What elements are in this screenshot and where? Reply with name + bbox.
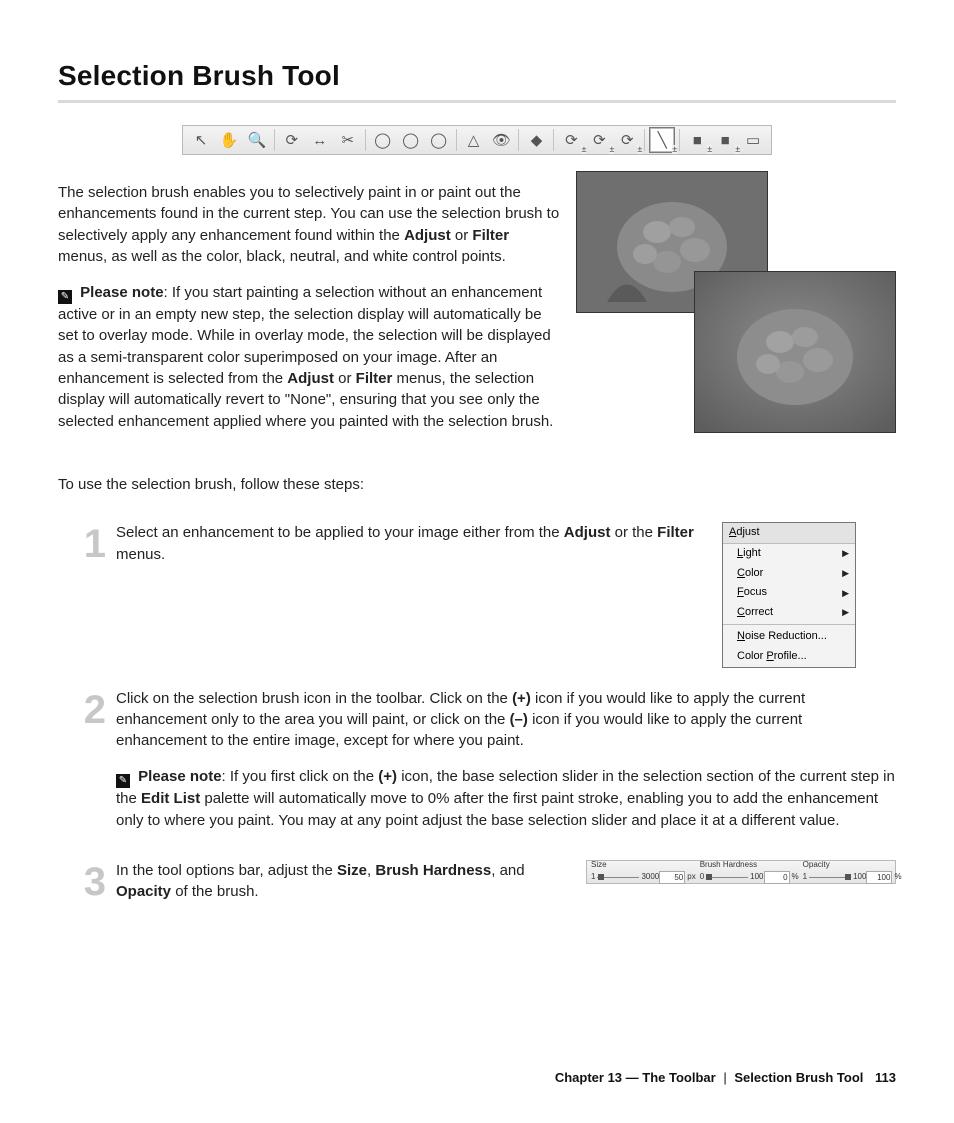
step-number: 3 bbox=[58, 860, 116, 903]
toolbar-separator bbox=[274, 129, 275, 151]
example-images bbox=[576, 171, 896, 451]
size-option[interactable]: Size 1 3000 50 px bbox=[591, 861, 696, 884]
toolbar-separator bbox=[553, 129, 554, 151]
step-1: 1 Adjust Light▶Color▶Focus▶Correct▶ Nois… bbox=[58, 522, 896, 673]
title-rule bbox=[58, 100, 896, 103]
intro-lead: To use the selection brush, follow these… bbox=[58, 474, 896, 495]
opacity-option[interactable]: Opacity 1 100 100 % bbox=[803, 861, 902, 884]
toolbar-button[interactable]: ⟳± bbox=[614, 127, 640, 153]
adjust-menu-item[interactable]: Noise Reduction... bbox=[723, 627, 855, 647]
page-title: Selection Brush Tool bbox=[58, 60, 896, 92]
adjust-menu-item[interactable]: Light▶ bbox=[723, 544, 855, 564]
toolbar-separator bbox=[456, 129, 457, 151]
toolbar-button[interactable]: ◯ bbox=[370, 127, 396, 153]
hardness-option[interactable]: Brush Hardness 0 100 0 % bbox=[700, 861, 799, 884]
submenu-arrow-icon: ▶ bbox=[842, 547, 849, 560]
adjust-menu-item[interactable]: Correct▶ bbox=[723, 603, 855, 623]
toolbar-separator bbox=[679, 129, 680, 151]
toolbar-button[interactable]: ⟳± bbox=[586, 127, 612, 153]
intro-block: The selection brush enables you to selec… bbox=[58, 167, 896, 510]
step-3: 3 Size 1 3000 50 px bbox=[58, 860, 896, 903]
toolbar-button[interactable]: ⟳± bbox=[558, 127, 584, 153]
submenu-arrow-icon: ▶ bbox=[842, 606, 849, 619]
toolbar-button[interactable]: ✋ bbox=[216, 127, 242, 153]
steps: 1 Adjust Light▶Color▶Focus▶Correct▶ Nois… bbox=[58, 522, 896, 902]
page-footer: Chapter 13 — The Toolbar | Selection Bru… bbox=[555, 1070, 896, 1085]
adjust-menu-item[interactable]: Focus▶ bbox=[723, 583, 855, 603]
toolbar-button[interactable]: 👁 bbox=[489, 127, 515, 153]
toolbar-button[interactable]: ■± bbox=[684, 127, 710, 153]
tool-options-bar[interactable]: Size 1 3000 50 px Brush Hardness bbox=[586, 860, 896, 884]
toolbar-button[interactable]: ■± bbox=[712, 127, 738, 153]
toolbar-button[interactable]: ◆ bbox=[523, 127, 549, 153]
adjust-menu[interactable]: Adjust Light▶Color▶Focus▶Correct▶ Noise … bbox=[722, 522, 856, 667]
submenu-arrow-icon: ▶ bbox=[842, 587, 849, 600]
step-2: 2 Click on the selection brush icon in t… bbox=[58, 688, 896, 846]
toolbar-button[interactable]: ╲± bbox=[649, 127, 675, 153]
adjust-menu-item[interactable]: Color▶ bbox=[723, 564, 855, 584]
toolbar-separator bbox=[518, 129, 519, 151]
toolbar-button[interactable]: ⟳ bbox=[279, 127, 305, 153]
adjust-menu-item[interactable]: Color Profile... bbox=[723, 647, 855, 667]
example-photo-blur bbox=[694, 271, 896, 433]
note-icon: ✎ bbox=[58, 290, 72, 304]
toolbar-button[interactable]: △ bbox=[461, 127, 487, 153]
toolbar-separator bbox=[365, 129, 366, 151]
toolbar-button[interactable]: ↔ bbox=[307, 127, 333, 153]
toolbar-button[interactable]: 🔍 bbox=[244, 127, 270, 153]
adjust-menu-title[interactable]: Adjust bbox=[723, 523, 855, 544]
toolbar-button[interactable]: ↖ bbox=[188, 127, 214, 153]
step-2-text: Click on the selection brush icon in the… bbox=[116, 688, 896, 752]
toolbar-separator bbox=[644, 129, 645, 151]
toolbar-button[interactable]: ✂ bbox=[335, 127, 361, 153]
toolbar: ↖✋🔍⟳↔✂◯◯◯△👁◆⟳±⟳±⟳±╲±■±■±▭ bbox=[182, 125, 772, 155]
toolbar-button[interactable]: ◯ bbox=[426, 127, 452, 153]
submenu-arrow-icon: ▶ bbox=[842, 567, 849, 580]
step-number: 2 bbox=[58, 688, 116, 846]
toolbar-button[interactable]: ▭ bbox=[740, 127, 766, 153]
note-icon: ✎ bbox=[116, 774, 130, 788]
step-2-note: ✎ Please note: If you first click on the… bbox=[116, 766, 896, 831]
step-number: 1 bbox=[58, 522, 116, 673]
toolbar-button[interactable]: ◯ bbox=[398, 127, 424, 153]
